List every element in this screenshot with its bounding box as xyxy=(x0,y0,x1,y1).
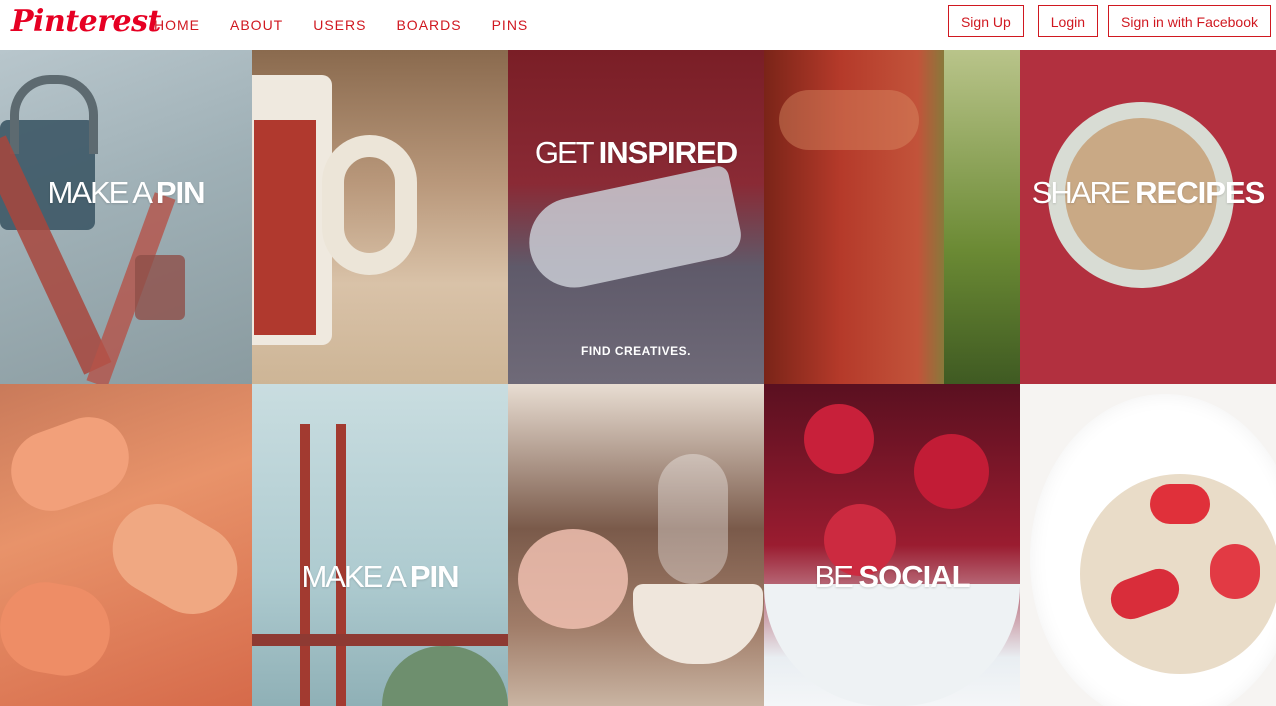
tile-caption: BE SOCIAL xyxy=(764,559,1020,595)
tile-cuba-mug[interactable] xyxy=(252,50,508,384)
mug-handle xyxy=(322,135,417,275)
nav-users[interactable]: USERS xyxy=(313,17,366,33)
tile-oatmeal-strawberries[interactable] xyxy=(1020,384,1276,706)
caption-light: BE xyxy=(814,559,859,594)
flower-image xyxy=(518,529,628,629)
flower-petal xyxy=(0,405,141,523)
caption-light: MAKE A xyxy=(47,175,156,210)
main-nav: HOME ABOUT USERS BOARDS PINS xyxy=(154,17,558,33)
auth-buttons: Sign Up Login Sign in with Facebook xyxy=(934,5,1276,37)
tile-coffee-cup[interactable]: SHARE RECIPES xyxy=(1020,50,1276,384)
tile-white-shoes[interactable]: GET INSPIRED FIND CREATIVES. xyxy=(508,50,764,384)
nav-home[interactable]: HOME xyxy=(154,17,200,33)
tile-love-locks[interactable]: MAKE A PIN xyxy=(0,50,252,384)
tile-caption: MAKE A PIN xyxy=(0,175,252,211)
login-button[interactable]: Login xyxy=(1037,5,1099,37)
tile-caption: MAKE A PIN xyxy=(252,559,508,595)
caption-light: GET xyxy=(534,135,599,170)
strawberry-1 xyxy=(1150,484,1210,524)
nav-boards[interactable]: BOARDS xyxy=(396,17,461,33)
pin-grid: MAKE A PIN GET INSPIRED FIND CREATIVES. … xyxy=(0,50,1276,706)
small-lock-image xyxy=(135,255,185,320)
caption-light: SHARE xyxy=(1031,175,1136,210)
tile-caption: GET INSPIRED xyxy=(508,135,764,171)
tile-steaming-tea[interactable] xyxy=(508,384,764,706)
caption-strong: INSPIRED xyxy=(598,135,738,170)
flower-petal-3 xyxy=(0,575,117,683)
teacup-image xyxy=(633,584,763,664)
raspberry-1 xyxy=(804,404,874,474)
strawberry-3 xyxy=(1210,544,1260,599)
rust-texture xyxy=(779,90,919,150)
caption-strong: PIN xyxy=(409,559,460,594)
hills-image xyxy=(382,646,508,706)
raspberry-2 xyxy=(914,434,989,509)
steam-image xyxy=(658,454,728,584)
tile-caption: SHARE RECIPES xyxy=(1020,175,1276,211)
tile-orange-flowers[interactable] xyxy=(0,384,252,706)
bowl-image xyxy=(764,584,1020,706)
tile-subcaption: FIND CREATIVES. xyxy=(581,344,691,358)
caption-strong: PIN xyxy=(155,175,206,210)
grass-image xyxy=(944,50,1020,384)
shoe-image xyxy=(520,164,746,296)
mug-label-image xyxy=(254,120,316,335)
tile-raspberries[interactable]: BE SOCIAL xyxy=(764,384,1020,706)
sign-up-button[interactable]: Sign Up xyxy=(947,5,1024,37)
facebook-sign-in-button[interactable]: Sign in with Facebook xyxy=(1108,5,1271,37)
tile-golden-gate[interactable]: MAKE A PIN xyxy=(252,384,508,706)
flower-petal-2 xyxy=(96,487,252,631)
caption-strong: SOCIAL xyxy=(858,559,970,594)
nav-pins[interactable]: PINS xyxy=(492,17,529,33)
caption-light: MAKE A xyxy=(301,559,410,594)
bridge-deck xyxy=(252,634,508,646)
padlock-shackle xyxy=(10,75,98,154)
tile-red-post-grass[interactable] xyxy=(764,50,1020,384)
top-navigation-bar: Pinterest HOME ABOUT USERS BOARDS PINS S… xyxy=(0,0,1276,50)
caption-strong: RECIPES xyxy=(1135,175,1265,210)
pinterest-logo[interactable]: Pinterest xyxy=(11,4,161,39)
nav-about[interactable]: ABOUT xyxy=(230,17,283,33)
